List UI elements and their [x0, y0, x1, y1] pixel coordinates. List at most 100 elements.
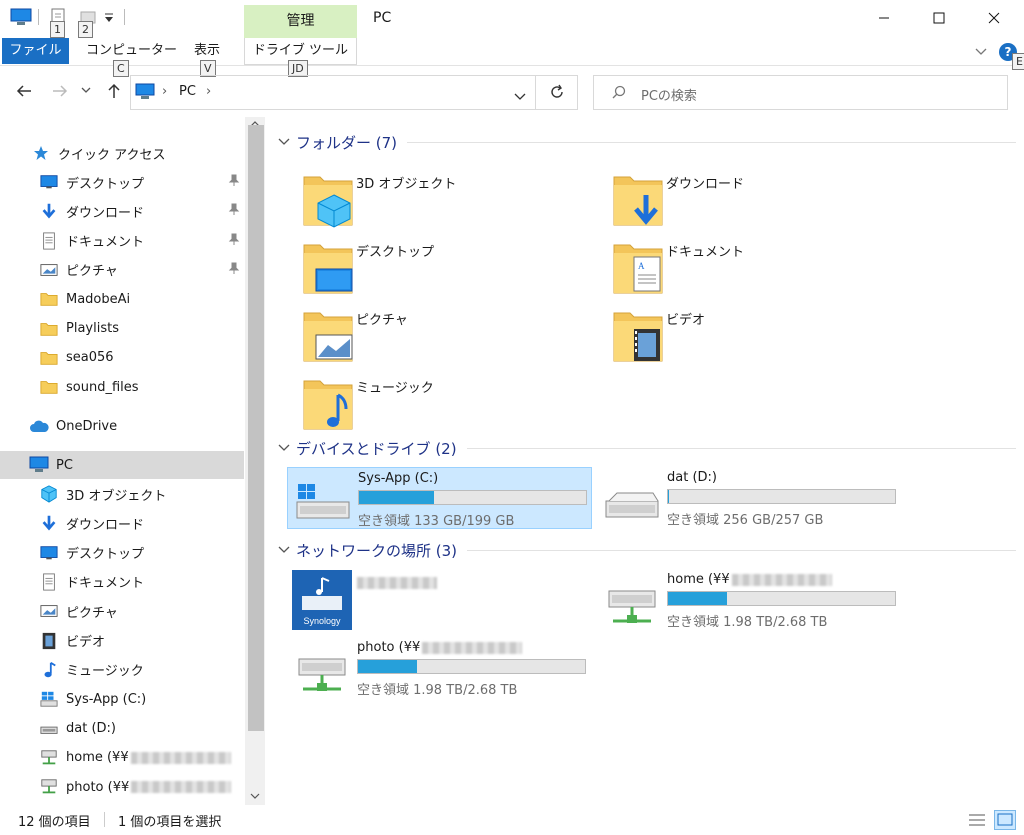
sidebar-item-onedrive[interactable]: OneDrive [28, 412, 244, 440]
navigation-pane: クイック アクセス デスクトップ ダウンロード ドキュメント ピクチャ Mado… [0, 117, 266, 805]
group-title: フォルダー (7) [296, 133, 398, 152]
back-button[interactable] [13, 80, 35, 102]
sidebar-item-label: dat (D:) [66, 720, 116, 736]
network-tile-photo[interactable]: photo (¥¥ 空き領域 1.98 TB/2.68 TB [287, 637, 592, 699]
sidebar-pc-item-3[interactable]: デスクトップ [38, 539, 244, 567]
network-tile-home[interactable]: home (¥¥ 空き領域 1.98 TB/2.68 TB [597, 569, 902, 631]
svg-text:Synology: Synology [303, 616, 341, 626]
drive-tile-d[interactable]: dat (D:) 空き領域 256 GB/257 GB [597, 467, 902, 529]
group-title: デバイスとドライブ (2) [296, 439, 457, 458]
search-input[interactable]: PCの検索 [593, 75, 1008, 110]
address-bar[interactable]: › PC › [130, 75, 578, 110]
folder-tile-7[interactable]: ミュージック [300, 371, 590, 433]
content-pane: フォルダー (7) 3D オブジェクト ダウンロード デスクトップ A ドキュメン… [270, 117, 1024, 805]
drive-name: photo (¥¥ [357, 640, 523, 655]
network-drive-icon [38, 748, 60, 768]
pin-icon[interactable] [228, 174, 240, 190]
sidebar-item-label: 3D オブジェクト [66, 488, 167, 504]
sidebar-pc-item-5[interactable]: ピクチャ [38, 597, 244, 625]
sidebar-item-label: ピクチャ [66, 605, 118, 621]
sidebar-item-3[interactable]: ドキュメント [38, 227, 244, 255]
video-icon [38, 631, 60, 651]
folder-tile-6[interactable]: ビデオ [610, 303, 900, 365]
sidebar-item-label: ダウンロード [66, 205, 145, 221]
sidebar-item-2[interactable]: ダウンロード [38, 197, 244, 225]
picture-folder-icon [300, 303, 356, 369]
sidebar-pc-item-1[interactable]: 3D オブジェクト [38, 480, 244, 508]
folder-tile-1[interactable]: 3D オブジェクト [300, 167, 590, 229]
sidebar-item-6[interactable]: Playlists [38, 315, 244, 343]
folder-tile-3[interactable]: デスクトップ [300, 235, 590, 297]
close-button[interactable] [966, 0, 1022, 36]
expand-ribbon-icon[interactable] [975, 45, 987, 60]
sidebar-item-pc[interactable]: PC [0, 451, 244, 479]
sidebar-item-4[interactable]: ピクチャ [38, 256, 244, 284]
breadcrumb-chevron-icon[interactable]: › [206, 84, 211, 99]
drive-usage-bar [358, 490, 587, 505]
network-name-blurred [357, 575, 437, 590]
up-button[interactable] [103, 80, 125, 102]
folder-tile-5[interactable]: ピクチャ [300, 303, 590, 365]
folder-label: 3D オブジェクト [356, 177, 457, 192]
tab-file[interactable]: ファイル [2, 38, 69, 64]
sidebar-pc-item-8[interactable]: Sys-App (C:) [38, 685, 244, 713]
sidebar-item-1[interactable]: デスクトップ [38, 168, 244, 196]
search-placeholder: PCの検索 [641, 89, 697, 104]
sidebar-pc-item-6[interactable]: ビデオ [38, 627, 244, 655]
folder-label: デスクトップ [356, 245, 435, 260]
sidebar-item-quick-access[interactable]: クイック アクセス [30, 139, 244, 167]
sidebar-item-label: PC [56, 457, 73, 473]
sidebar-pc-item-11[interactable]: photo (¥¥ [38, 773, 244, 801]
music-icon [38, 660, 60, 680]
details-view-icon[interactable] [968, 812, 986, 832]
sidebar-pc-item-9[interactable]: dat (D:) [38, 714, 244, 742]
forward-button[interactable] [49, 80, 71, 102]
folder-icon [38, 348, 60, 368]
desktop-icon [38, 172, 60, 192]
separator [104, 812, 105, 827]
address-dropdown-icon[interactable] [514, 90, 526, 105]
sidebar-pc-item-4[interactable]: ドキュメント [38, 568, 244, 596]
sidebar-pc-item-2[interactable]: ダウンロード [38, 509, 244, 537]
title-bar: 1 2 管理 PC [0, 0, 1024, 38]
breadcrumb-separator-icon: › [162, 84, 168, 99]
sidebar-item-8[interactable]: sound_files [38, 373, 244, 401]
drive-tile-c[interactable]: Sys-App (C:) 空き領域 133 GB/199 GB [287, 467, 592, 529]
sidebar-item-7[interactable]: sea056 [38, 344, 244, 372]
network-tile-synology[interactable]: Synology [287, 569, 592, 631]
3d-objects-folder-icon [300, 167, 356, 233]
tab-computer[interactable]: コンピューター [86, 38, 177, 64]
sidebar-pc-item-7[interactable]: ミュージック [38, 656, 244, 684]
pin-icon[interactable] [228, 203, 240, 219]
maximize-button[interactable] [911, 0, 967, 36]
minimize-icon [879, 17, 889, 19]
folder-tile-2[interactable]: ダウンロード [610, 167, 900, 229]
tiles-view-icon[interactable] [994, 810, 1016, 830]
sidebar-item-label: ミュージック [66, 664, 144, 680]
pin-icon[interactable] [228, 233, 240, 249]
sidebar-pc-item-10[interactable]: home (¥¥ [38, 744, 244, 772]
breadcrumb-pc[interactable]: PC [179, 84, 196, 99]
customize-toolbar-icon[interactable] [104, 12, 114, 27]
minimize-button[interactable] [856, 0, 912, 36]
search-icon [612, 85, 626, 103]
folder-label: ダウンロード [666, 177, 745, 192]
recent-locations-button[interactable] [79, 80, 93, 102]
tab-manage[interactable]: 管理 [244, 5, 357, 38]
sidebar-item-5[interactable]: MadobeAi [38, 285, 244, 313]
window-title: PC [373, 10, 392, 26]
folder-tile-4[interactable]: A ドキュメント [610, 235, 900, 297]
scroll-down-icon[interactable] [250, 793, 260, 799]
cloud-icon [28, 416, 50, 436]
sidebar-scroll-thumb[interactable] [248, 125, 264, 731]
drive-icon [603, 481, 661, 525]
pc-icon[interactable] [10, 8, 32, 30]
drive-usage-bar [667, 591, 896, 606]
desktop-icon [38, 543, 60, 563]
group-header-network[interactable]: ネットワークの場所 (3) [278, 539, 1016, 561]
group-header-folders[interactable]: フォルダー (7) [278, 131, 1016, 153]
pin-icon[interactable] [228, 262, 240, 278]
group-header-devices[interactable]: デバイスとドライブ (2) [278, 437, 1016, 459]
refresh-icon[interactable] [549, 84, 565, 104]
pc-icon [28, 455, 50, 475]
